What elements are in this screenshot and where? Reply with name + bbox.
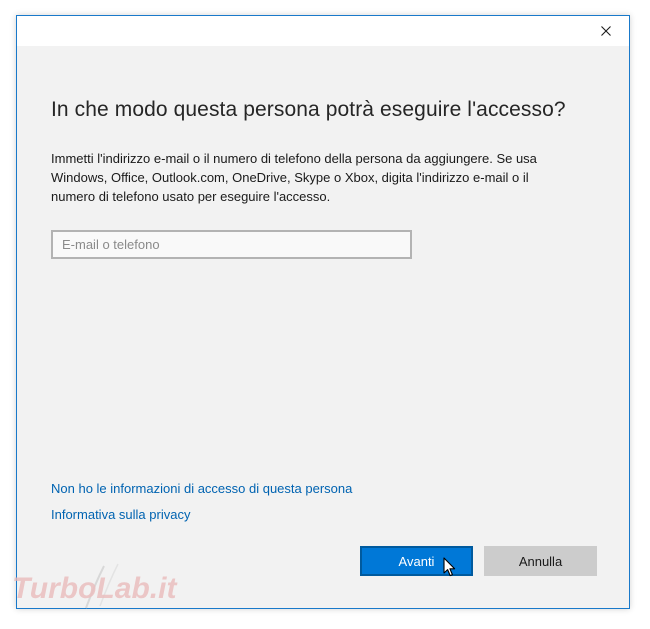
dialog-heading: In che modo questa persona potrà eseguir…	[51, 98, 566, 121]
privacy-statement-link[interactable]: Informativa sulla privacy	[51, 507, 190, 522]
no-signin-info-link[interactable]: Non ho le informazioni di accesso di que…	[51, 481, 352, 496]
close-button[interactable]	[583, 16, 629, 46]
email-or-phone-input[interactable]	[51, 230, 412, 259]
cancel-button[interactable]: Annulla	[484, 546, 597, 576]
add-user-dialog: In che modo questa persona potrà eseguir…	[16, 15, 630, 609]
close-icon	[601, 26, 611, 36]
dialog-description: Immetti l'indirizzo e-mail o il numero d…	[51, 151, 537, 204]
next-button[interactable]: Avanti	[360, 546, 473, 576]
title-bar	[17, 16, 629, 46]
